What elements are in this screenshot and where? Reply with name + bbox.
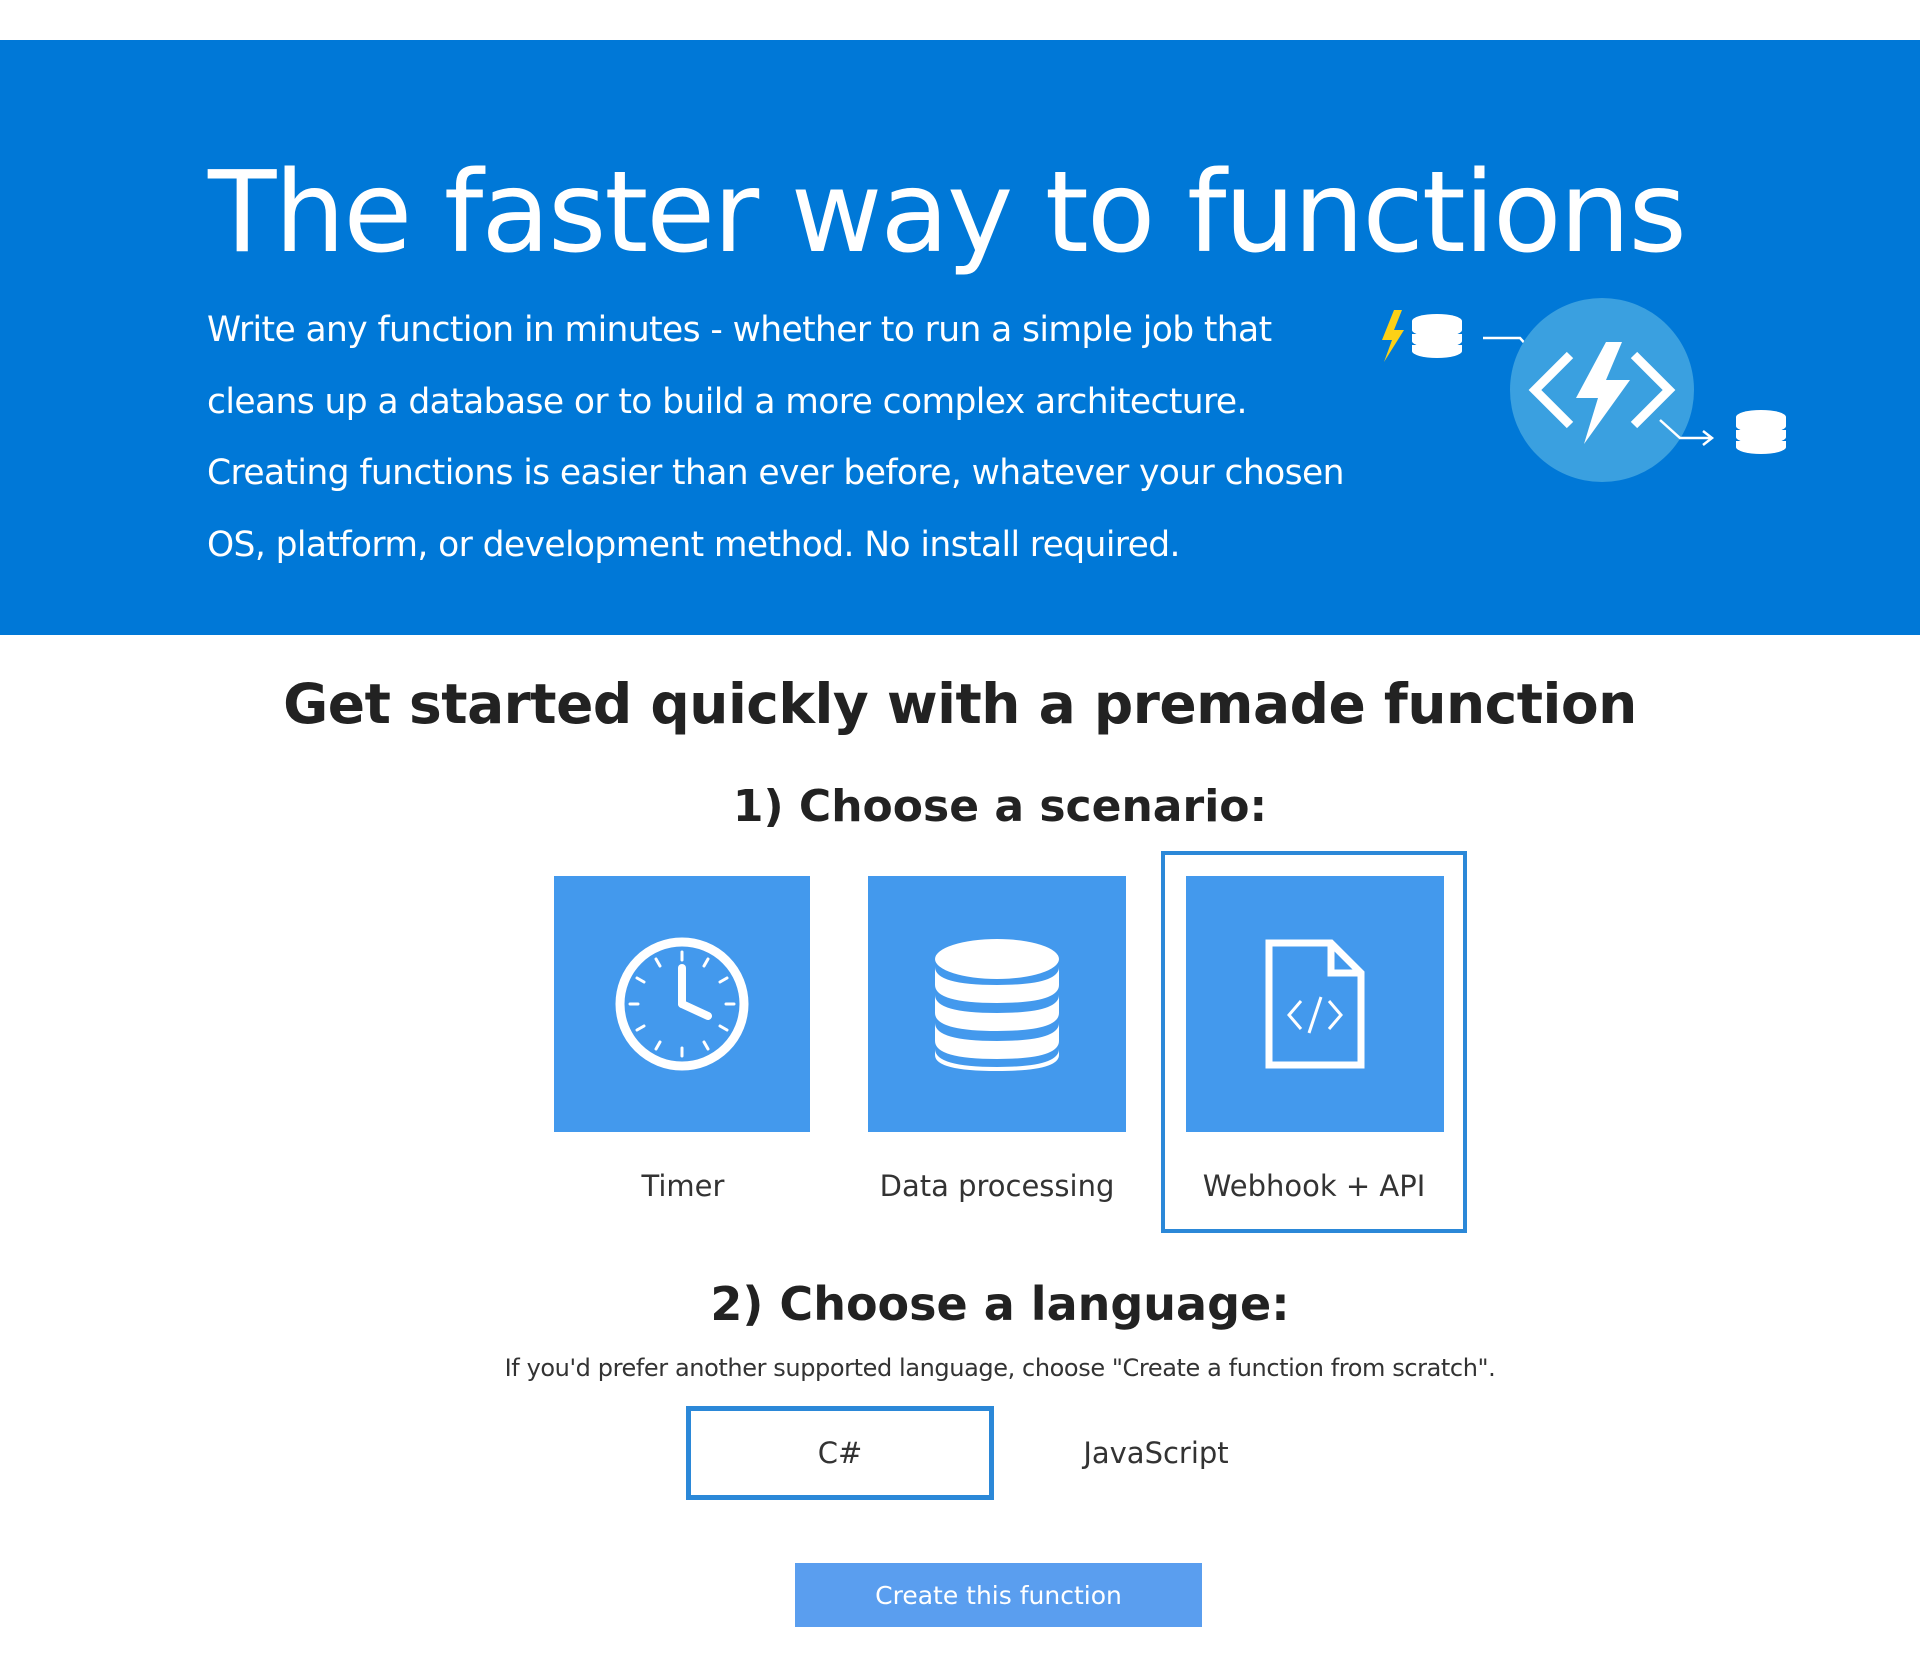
data-processing-tile[interactable] <box>868 876 1126 1132</box>
scenario-data-processing[interactable]: Data processing <box>844 851 1150 1233</box>
scenario-timer[interactable]: Timer <box>530 851 836 1233</box>
language-hint: If you'd prefer another supported langua… <box>504 1354 1496 1382</box>
scenario-label: Timer <box>641 1169 725 1203</box>
quickstart-title: Get started quickly with a premade funct… <box>283 672 1637 736</box>
functions-flow-graphic <box>1382 298 1786 482</box>
timer-tile[interactable] <box>554 876 810 1132</box>
clock-icon <box>615 937 749 1071</box>
step2-heading: 2) Choose a language: <box>710 1277 1290 1331</box>
scenario-label: Webhook + API <box>1202 1169 1426 1203</box>
create-function-button[interactable]: Create this function <box>795 1563 1202 1627</box>
language-label: C# <box>817 1436 863 1470</box>
source-database-icon <box>1412 314 1462 358</box>
lightning-bolt-icon <box>1382 310 1404 362</box>
functions-illustration <box>1370 290 1800 490</box>
database-icon <box>935 939 1059 1071</box>
target-database-icon <box>1736 410 1786 454</box>
webhook-api-tile[interactable] <box>1186 876 1444 1132</box>
scenario-webhook-api[interactable]: Webhook + API <box>1161 851 1467 1233</box>
code-file-icon <box>1265 939 1365 1069</box>
hero-title: The faster way to functions <box>208 148 1687 278</box>
hero-banner: The faster way to functions Write any fu… <box>0 40 1920 635</box>
scenario-label: Data processing <box>879 1169 1115 1203</box>
hero-description: Write any function in minutes - whether … <box>207 310 1345 565</box>
language-option-csharp[interactable]: C# <box>686 1406 994 1500</box>
language-option-javascript[interactable]: JavaScript <box>1002 1406 1310 1500</box>
step1-heading: 1) Choose a scenario: <box>732 781 1268 832</box>
language-label: JavaScript <box>1083 1436 1229 1470</box>
